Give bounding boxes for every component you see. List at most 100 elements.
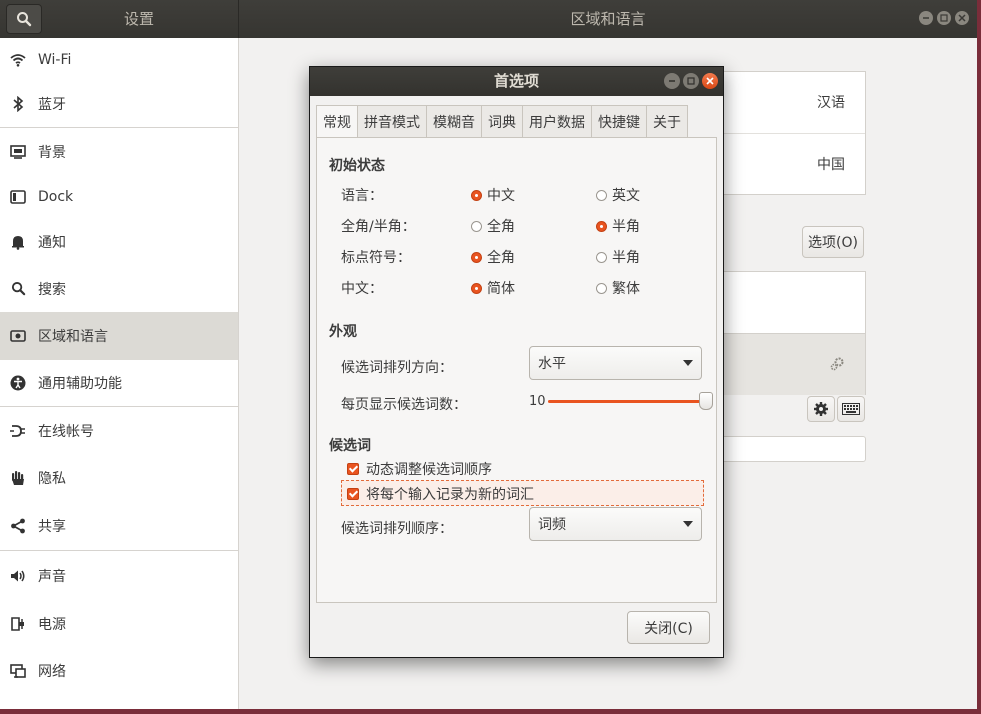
radio-label: 全角 [487,250,515,266]
orientation-value: 水平 [538,356,566,372]
window-controls [919,11,969,25]
radio-label: 英文 [612,188,640,204]
dialog-title: 首选项 [310,67,723,96]
orientation-dropdown[interactable]: 水平 [529,346,702,380]
chinese-script-label: 中文： [341,281,383,297]
bluetooth-icon [10,96,26,112]
speaker-icon [10,568,26,584]
page-size-slider-track[interactable] [548,400,700,403]
tab-general[interactable]: 常规 [316,105,358,138]
radio-traditional[interactable]: 繁体 [596,278,640,298]
search-button[interactable] [6,4,42,34]
sidebar-item-notifications[interactable]: 通知 [0,218,238,265]
sidebar-item-label: 声音 [38,568,66,585]
tab-shortcuts[interactable]: 快捷键 [592,105,647,138]
sidebar-item-sharing[interactable]: 共享 [0,501,238,550]
dynamic-adjust-checkbox[interactable]: 动态调整候选词顺序 [347,459,492,479]
orientation-label: 候选词排列方向： [341,360,453,376]
radio-full-width[interactable]: 全角 [471,216,515,236]
gear-settings-icon[interactable] [829,356,845,376]
sidebar-item-background[interactable]: 背景 [0,128,238,175]
page-size-label: 每页显示候选词数： [341,397,467,413]
dialog-maximize-button[interactable] [683,73,699,89]
close-icon [958,14,966,22]
minimize-button[interactable] [919,11,933,25]
chevron-down-icon [683,360,693,366]
sidebar-item-label: 背景 [38,144,66,161]
sidebar-item-wifi[interactable]: Wi-Fi [0,38,238,81]
radio-indicator [596,189,607,201]
checkbox-indicator [347,463,359,475]
keyboard-icon [842,403,860,415]
page-size-slider-handle[interactable] [699,392,713,410]
maximize-button[interactable] [937,11,951,25]
sidebar-item-power[interactable]: 电源 [0,600,238,647]
dialog-close-button[interactable] [702,73,718,89]
radio-half-width[interactable]: 半角 [596,216,640,236]
sidebar-item-search[interactable]: 搜索 [0,265,238,312]
tab-fuzzy[interactable]: 模糊音 [427,105,482,138]
formats-value: 中国 [817,157,845,173]
punctuation-label: 标点符号： [341,250,411,266]
background-icon [10,144,26,160]
chevron-down-icon [683,521,693,527]
radio-punct-half[interactable]: 半角 [596,247,640,267]
sidebar-item-label: Wi-Fi [38,51,72,68]
general-tab-panel: 初始状态 语言： 中文 英文 全角/半角： 全角 半角 标点符号： 全角 半角 … [316,137,717,603]
search-icon [17,12,32,27]
maximize-icon [940,14,948,22]
language-value: 汉语 [817,95,845,111]
radio-simplified[interactable]: 简体 [471,278,515,298]
sidebar-item-label: 蓝牙 [38,97,66,113]
radio-label: 全角 [487,219,515,235]
sidebar: Wi-Fi 蓝牙 背景 Dock 通知 搜索 区域和语言 通用辅助功能 在线帐号… [0,38,239,709]
sidebar-item-region-language[interactable]: 区域和语言 [0,312,238,360]
sidebar-item-label: 区域和语言 [38,329,108,345]
sidebar-item-label: 搜索 [38,281,66,298]
keyboard-layout-button[interactable] [837,396,865,422]
radio-english[interactable]: 英文 [596,185,640,205]
sidebar-item-network[interactable]: 网络 [0,647,238,694]
radio-indicator [596,220,607,232]
radio-label: 简体 [487,281,515,297]
record-new-word-checkbox[interactable]: 将每个输入记录为新的词汇 [347,484,534,504]
page-size-value: 10 [529,394,546,409]
sidebar-item-sound[interactable]: 声音 [0,551,238,600]
radio-indicator [471,220,482,232]
sidebar-item-accessibility[interactable]: 通用辅助功能 [0,360,238,406]
width-label: 全角/半角： [341,219,416,235]
settings-window: 设置 区域和语言 Wi-Fi 蓝牙 背景 Dock 通知 搜索 区域和语言 通用… [0,0,977,709]
order-label: 候选词排列顺序： [341,521,453,537]
sidebar-item-dock[interactable]: Dock [0,175,238,218]
radio-label: 中文 [487,188,515,204]
sidebar-item-bluetooth[interactable]: 蓝牙 [0,81,238,127]
radio-label: 半角 [612,250,640,266]
close-button[interactable]: 关闭(C) [627,611,710,644]
input-source-settings-button[interactable] [807,396,835,422]
radio-chinese[interactable]: 中文 [471,185,515,205]
search-icon [10,281,26,297]
initial-state-heading: 初始状态 [329,158,385,174]
page-title: 区域和语言 [570,10,646,28]
minimize-icon [669,80,675,82]
sidebar-item-label: 共享 [38,518,66,535]
options-button[interactable]: 选项(O) [802,226,864,258]
sidebar-item-privacy[interactable]: 隐私 [0,454,238,501]
close-window-button[interactable] [955,11,969,25]
dialog-minimize-button[interactable] [664,73,680,89]
sidebar-item-online-accounts[interactable]: 在线帐号 [0,407,238,454]
tab-user-data[interactable]: 用户数据 [523,105,592,138]
sidebar-item-label: 在线帐号 [38,423,94,440]
share-icon [10,518,26,534]
radio-punct-full[interactable]: 全角 [471,247,515,267]
tab-about[interactable]: 关于 [647,105,688,138]
order-dropdown[interactable]: 词频 [529,507,702,541]
tab-dictionary[interactable]: 词典 [482,105,523,138]
tab-pinyin-mode[interactable]: 拼音模式 [358,105,427,138]
appearance-heading: 外观 [329,324,357,340]
radio-indicator [596,251,607,263]
checkbox-label: 将每个输入记录为新的词汇 [366,487,534,503]
sidebar-item-label: 隐私 [38,470,66,487]
sidebar-item-label: 电源 [38,616,66,633]
dialog-window-controls [664,73,718,89]
